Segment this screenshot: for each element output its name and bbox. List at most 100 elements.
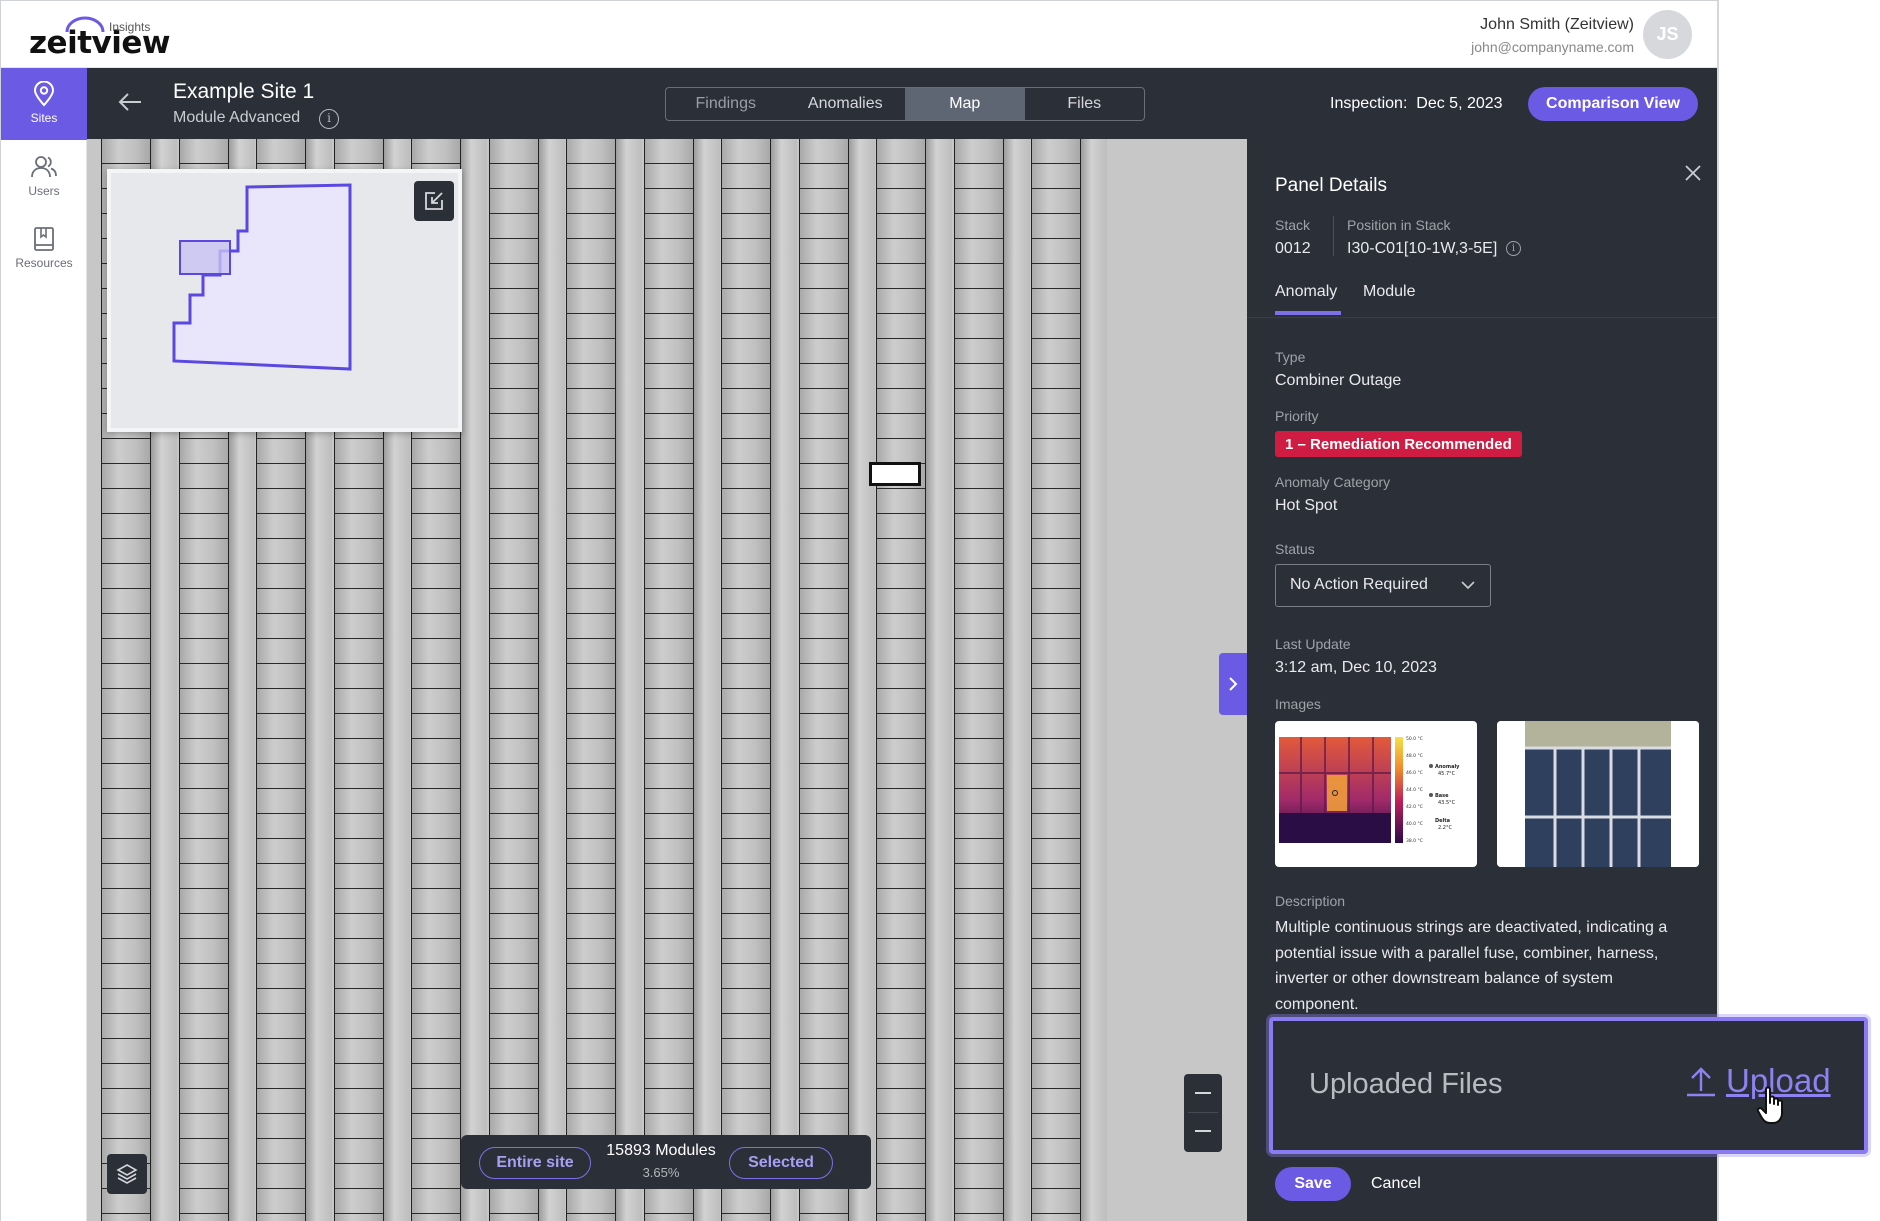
panel-collapse-toggle[interactable] xyxy=(1219,653,1247,715)
legend-delta-label: Delta xyxy=(1435,818,1450,824)
selected-button[interactable]: Selected xyxy=(729,1147,833,1179)
row-gap xyxy=(693,139,720,1221)
status-value: No Action Required xyxy=(1290,576,1428,593)
category-label: Anomaly Category xyxy=(1275,474,1391,490)
upload-icon xyxy=(1687,1067,1715,1097)
last-update-value: 3:12 am, Dec 10, 2023 xyxy=(1275,659,1437,676)
site-map[interactable]: Entire site 15893 Modules 3.65% Selected xyxy=(87,139,1247,1221)
panel-title: Panel Details xyxy=(1275,175,1387,196)
cancel-button[interactable]: Cancel xyxy=(1371,1175,1421,1193)
comparison-view-button[interactable]: Comparison View xyxy=(1528,87,1698,121)
info-icon[interactable]: i xyxy=(319,109,339,129)
stack-label: Stack xyxy=(1275,217,1311,233)
nav-item-users[interactable]: Users xyxy=(1,141,87,213)
thermal-scale-tick: 50.0 °C xyxy=(1406,736,1423,742)
save-button[interactable]: Save xyxy=(1275,1167,1351,1201)
inspection-date[interactable]: Dec 5, 2023 xyxy=(1416,95,1502,112)
minimap-expand-button[interactable] xyxy=(414,181,454,221)
nav-item-resources[interactable]: Resources xyxy=(1,213,87,285)
legend-delta-value: 2.2°C xyxy=(1438,825,1452,831)
zoom-controls xyxy=(1184,1074,1222,1152)
category-value: Hot Spot xyxy=(1275,497,1338,514)
top-bar: zeitview Insights John Smith (Zeitview) … xyxy=(1,1,1717,68)
zoom-out-button[interactable] xyxy=(1195,1130,1211,1132)
images-label: Images xyxy=(1275,696,1321,712)
position-label: Position in Stack xyxy=(1347,217,1451,233)
status-select[interactable]: No Action Required xyxy=(1275,564,1491,607)
legend-base-value: 43.5°C xyxy=(1438,800,1456,806)
tab-anomaly[interactable]: Anomaly xyxy=(1275,283,1337,301)
side-navigation: Sites Users Resources xyxy=(1,68,87,1221)
site-subtitle: Module Advanced xyxy=(173,109,301,126)
tab-module[interactable]: Module xyxy=(1363,283,1415,301)
module-count-bar: Entire site 15893 Modules 3.65% Selected xyxy=(461,1135,871,1189)
site-outline-map xyxy=(172,183,352,371)
tab-map[interactable]: Map xyxy=(905,88,1025,120)
row-gap xyxy=(616,139,642,1221)
row-gap xyxy=(538,139,565,1221)
panel-header: Panel Details Stack 0012 Position in Sta… xyxy=(1247,139,1717,318)
selected-module-highlight[interactable] xyxy=(869,462,921,486)
location-pin-icon xyxy=(33,81,55,107)
thermal-scale-tick: 48.0 °C xyxy=(1406,753,1423,759)
tab-files[interactable]: Files xyxy=(1025,88,1145,120)
panel-row[interactable] xyxy=(953,139,1004,1221)
stack-value: 0012 xyxy=(1275,240,1311,257)
description-label: Description xyxy=(1275,893,1346,909)
entire-site-button[interactable]: Entire site xyxy=(479,1147,591,1179)
tab-findings[interactable]: Findings xyxy=(666,88,786,120)
description-text: Multiple continuous strings are deactiva… xyxy=(1275,919,1668,1013)
panel-row[interactable] xyxy=(488,139,539,1221)
row-gap xyxy=(771,139,797,1221)
visual-image xyxy=(1497,721,1699,867)
panel-row[interactable] xyxy=(798,139,849,1221)
avatar[interactable]: JS xyxy=(1643,10,1692,59)
site-header: Example Site 1 Module Advanced i Finding… xyxy=(87,68,1717,139)
hand-cursor-icon xyxy=(1756,1086,1783,1124)
panel-row[interactable] xyxy=(876,139,926,1221)
legend-anomaly-label: Anomaly xyxy=(1435,764,1460,770)
thermal-scale-tick: 42.0 °C xyxy=(1406,804,1423,810)
close-icon[interactable] xyxy=(1684,164,1702,182)
active-tab-indicator xyxy=(1275,311,1341,315)
nav-label-sites: Sites xyxy=(30,111,58,125)
visual-image-thumbnail[interactable] xyxy=(1497,721,1699,867)
panel-row[interactable] xyxy=(1031,139,1081,1221)
panel-row[interactable] xyxy=(643,139,694,1221)
nav-label-resources: Resources xyxy=(15,256,73,270)
module-percent: 3.65% xyxy=(642,1165,680,1180)
position-info-icon[interactable]: i xyxy=(1506,241,1521,256)
inspection-info: Inspection: Dec 5, 2023 xyxy=(1330,95,1503,113)
overview-minimap[interactable] xyxy=(107,169,462,432)
panel-row[interactable] xyxy=(566,139,616,1221)
nav-item-sites[interactable]: Sites xyxy=(1,68,87,140)
logo-subtitle: Insights xyxy=(109,20,151,34)
zeitview-logo[interactable]: zeitview Insights xyxy=(29,15,171,61)
user-email: john@companyname.com xyxy=(1471,39,1634,55)
layers-icon xyxy=(116,1164,138,1184)
priority-label: Priority xyxy=(1275,408,1319,424)
legend-anomaly-value: 45.7°C xyxy=(1438,771,1456,777)
thermal-image-thumbnail[interactable]: 50.0 °C 48.0 °C 46.0 °C 44.0 °C 42.0 °C … xyxy=(1275,721,1477,867)
legend-base-label: Base xyxy=(1435,793,1449,799)
thermal-scale-tick: 38.0 °C xyxy=(1406,838,1423,844)
tab-anomalies[interactable]: Anomalies xyxy=(786,88,906,120)
chevron-down-icon xyxy=(1461,581,1475,590)
inspection-label: Inspection: xyxy=(1330,95,1408,112)
layers-button[interactable] xyxy=(107,1154,147,1194)
thermal-scale-tick: 44.0 °C xyxy=(1406,787,1423,793)
book-icon xyxy=(34,227,54,251)
module-count: 15893 Modules xyxy=(606,1142,716,1159)
thermal-image: 50.0 °C 48.0 °C 46.0 °C 44.0 °C 42.0 °C … xyxy=(1279,736,1460,844)
status-label: Status xyxy=(1275,541,1315,557)
row-gap xyxy=(1081,139,1107,1221)
zoom-in-button[interactable] xyxy=(1195,1092,1211,1094)
nav-label-users: Users xyxy=(28,184,60,198)
panel-row[interactable] xyxy=(721,139,771,1221)
row-gap xyxy=(848,139,875,1221)
thermal-scale-tick: 40.0 °C xyxy=(1406,821,1423,827)
thermal-scale-tick: 46.0 °C xyxy=(1406,770,1423,776)
back-arrow-icon[interactable] xyxy=(117,90,143,114)
view-tabs: Findings Anomalies Map Files xyxy=(665,87,1145,121)
row-gap xyxy=(926,139,952,1221)
